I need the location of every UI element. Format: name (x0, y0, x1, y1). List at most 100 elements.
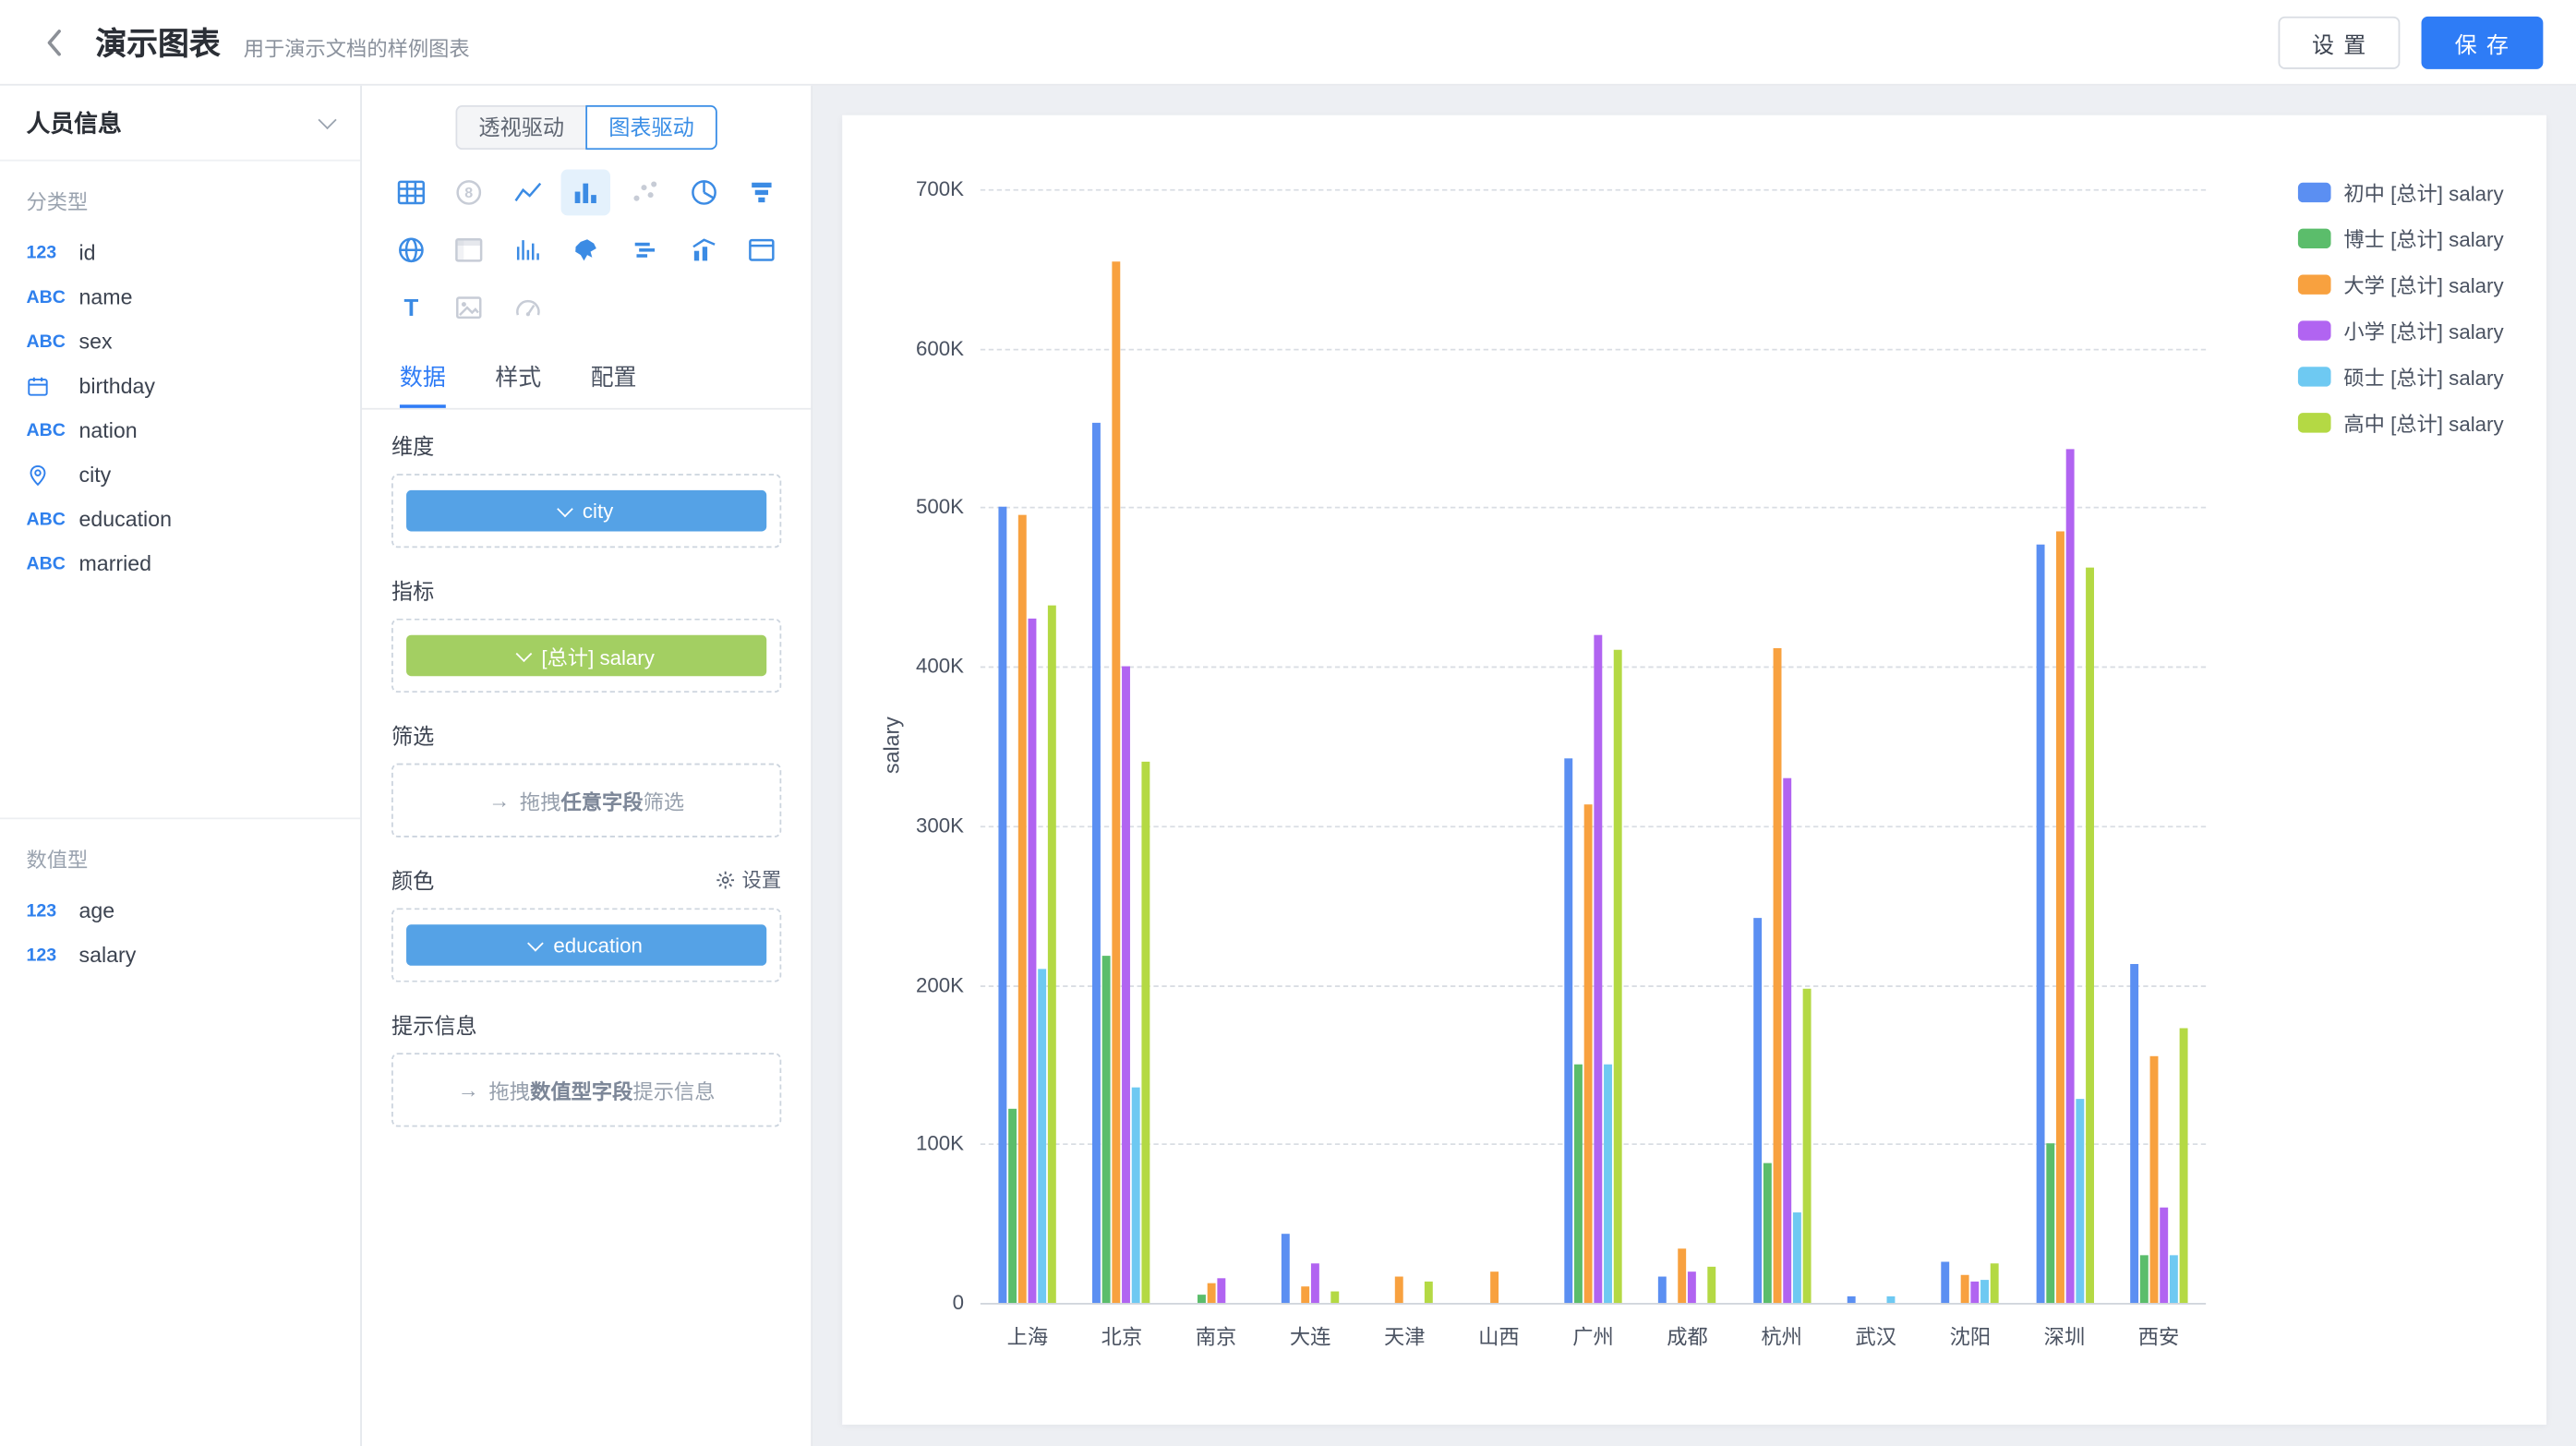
bar-山西-大学 [总计] salary[interactable] (1490, 1271, 1499, 1303)
measure-pill[interactable]: [总计] salary (406, 635, 766, 677)
legend-item[interactable]: 大学 [总计] salary (2297, 268, 2503, 299)
dataset-selector[interactable]: 人员信息 (0, 86, 360, 162)
color-pill[interactable]: education (406, 924, 766, 966)
bar-广州-硕士 [总计] salary[interactable] (1604, 1065, 1612, 1303)
bar-南京-小学 [总计] salary[interactable] (1217, 1278, 1225, 1303)
bar-上海-小学 [总计] salary[interactable] (1029, 619, 1037, 1303)
bar-沈阳-初中 [总计] salary[interactable] (1942, 1261, 1950, 1303)
legend-item[interactable]: 博士 [总计] salary (2297, 223, 2503, 254)
color-dropzone[interactable]: education (391, 908, 781, 982)
dimension-dropzone[interactable]: city (391, 474, 781, 548)
field-item-nation[interactable]: ABCnation (0, 408, 360, 452)
bar-杭州-博士 [总计] salary[interactable] (1763, 1163, 1771, 1303)
bar-天津-大学 [总计] salary[interactable] (1395, 1277, 1403, 1304)
bar-成都-初中 [总计] salary[interactable] (1658, 1277, 1667, 1304)
chart-type-combo-icon[interactable] (679, 227, 728, 273)
field-item-birthday[interactable]: birthday (0, 364, 360, 408)
chart-type-image-icon[interactable] (445, 284, 494, 331)
bar-沈阳-硕士 [总计] salary[interactable] (1980, 1280, 1989, 1303)
config-tab-数据[interactable]: 数据 (400, 350, 446, 407)
chart-type-funnel-icon[interactable] (738, 170, 787, 216)
bar-杭州-高中 [总计] salary[interactable] (1802, 989, 1811, 1303)
bar-南京-博士 [总计] salary[interactable] (1198, 1295, 1206, 1303)
bar-深圳-小学 [总计] salary[interactable] (2065, 449, 2074, 1303)
bar-西安-小学 [总计] salary[interactable] (2160, 1208, 2168, 1303)
legend-item[interactable]: 高中 [总计] salary (2297, 406, 2503, 438)
bar-大连-高中 [总计] salary[interactable] (1330, 1292, 1339, 1303)
bar-广州-小学 [总计] salary[interactable] (1594, 635, 1602, 1303)
bar-西安-博士 [总计] salary[interactable] (2140, 1255, 2149, 1303)
chart-type-line-icon[interactable] (503, 170, 552, 216)
bar-上海-大学 [总计] salary[interactable] (1018, 515, 1027, 1303)
field-item-age[interactable]: 123age (0, 888, 360, 933)
bar-北京-高中 [总计] salary[interactable] (1142, 762, 1150, 1303)
config-tab-样式[interactable]: 样式 (495, 350, 541, 407)
chart-type-table-icon[interactable] (386, 170, 435, 216)
mode-tab-chart[interactable]: 图表驱动 (585, 105, 717, 150)
legend-item[interactable]: 小学 [总计] salary (2297, 314, 2503, 345)
bar-成都-大学 [总计] salary[interactable] (1679, 1248, 1687, 1303)
field-item-married[interactable]: ABCmarried (0, 541, 360, 585)
field-item-salary[interactable]: 123salary (0, 933, 360, 977)
bar-北京-硕士 [总计] salary[interactable] (1133, 1088, 1141, 1303)
bar-沈阳-小学 [总计] salary[interactable] (1971, 1282, 1980, 1303)
legend-item[interactable]: 初中 [总计] salary (2297, 176, 2503, 208)
bar-西安-大学 [总计] salary[interactable] (2149, 1056, 2158, 1303)
bar-天津-高中 [总计] salary[interactable] (1426, 1282, 1434, 1303)
bar-杭州-硕士 [总计] salary[interactable] (1792, 1212, 1800, 1303)
bar-深圳-初中 [总计] salary[interactable] (2036, 545, 2044, 1303)
bar-上海-高中 [总计] salary[interactable] (1048, 606, 1056, 1303)
filter-dropzone[interactable]: → 拖拽任意字段筛选 (391, 764, 781, 837)
bar-成都-小学 [总计] salary[interactable] (1688, 1271, 1696, 1303)
bar-杭州-大学 [总计] salary[interactable] (1773, 648, 1781, 1303)
bar-深圳-博士 [总计] salary[interactable] (2045, 1143, 2053, 1303)
bar-广州-大学 [总计] salary[interactable] (1584, 804, 1593, 1303)
settings-button[interactable]: 设 置 (2279, 16, 2400, 68)
chart-type-wordcloud-icon[interactable] (620, 227, 669, 273)
dimension-pill[interactable]: city (406, 490, 766, 532)
bar-上海-博士 [总计] salary[interactable] (1008, 1109, 1017, 1303)
field-item-sex[interactable]: ABCsex (0, 319, 360, 364)
save-button[interactable]: 保 存 (2422, 16, 2543, 68)
chart-type-bar-icon[interactable] (561, 170, 610, 216)
bar-广州-初中 [总计] salary[interactable] (1564, 758, 1572, 1303)
bar-北京-初中 [总计] salary[interactable] (1093, 423, 1101, 1303)
bar-北京-大学 [总计] salary[interactable] (1113, 261, 1121, 1303)
back-button[interactable] (33, 20, 76, 63)
bar-上海-初中 [总计] salary[interactable] (999, 507, 1007, 1303)
bar-大连-初中 [总计] salary[interactable] (1282, 1234, 1290, 1303)
bar-上海-硕士 [总计] salary[interactable] (1038, 969, 1046, 1303)
bar-沈阳-高中 [总计] salary[interactable] (1991, 1263, 1999, 1303)
chart-type-text-icon[interactable]: T (386, 284, 435, 331)
chart-type-scatter-icon[interactable] (620, 170, 669, 216)
bar-广州-博士 [总计] salary[interactable] (1574, 1065, 1583, 1303)
bar-深圳-高中 [总计] salary[interactable] (2085, 568, 2093, 1303)
field-item-city[interactable]: city (0, 452, 360, 497)
bar-西安-初中 [总计] salary[interactable] (2130, 964, 2138, 1303)
bar-北京-小学 [总计] salary[interactable] (1123, 667, 1131, 1303)
measure-dropzone[interactable]: [总计] salary (391, 619, 781, 693)
chart-type-metric-icon[interactable]: 8 (445, 170, 494, 216)
chart-type-frame-icon[interactable] (738, 227, 787, 273)
chart-type-pie-icon[interactable] (679, 170, 728, 216)
bar-西安-硕士 [总计] salary[interactable] (2170, 1255, 2178, 1303)
color-settings-button[interactable]: 设置 (716, 865, 781, 893)
config-tab-配置[interactable]: 配置 (591, 350, 637, 407)
legend-item[interactable]: 硕士 [总计] salary (2297, 360, 2503, 392)
bar-沈阳-大学 [总计] salary[interactable] (1961, 1275, 1969, 1303)
bar-成都-高中 [总计] salary[interactable] (1708, 1267, 1716, 1303)
bar-深圳-硕士 [总计] salary[interactable] (2076, 1099, 2084, 1303)
bar-武汉-硕士 [总计] salary[interactable] (1886, 1296, 1895, 1303)
field-item-id[interactable]: 123id (0, 230, 360, 274)
tooltip-dropzone[interactable]: → 拖拽数值型字段提示信息 (391, 1053, 781, 1127)
chart-type-map-icon[interactable] (561, 227, 610, 273)
bar-杭州-初中 [总计] salary[interactable] (1752, 918, 1761, 1303)
chart-type-pivot-table-icon[interactable] (445, 227, 494, 273)
bar-北京-博士 [总计] salary[interactable] (1102, 956, 1111, 1303)
field-item-name[interactable]: ABCname (0, 275, 360, 319)
bar-武汉-初中 [总计] salary[interactable] (1848, 1296, 1856, 1303)
chart-type-histogram-icon[interactable] (503, 227, 552, 273)
bar-杭州-小学 [总计] salary[interactable] (1783, 778, 1791, 1303)
bar-广州-高中 [总计] salary[interactable] (1614, 650, 1622, 1303)
bar-大连-大学 [总计] salary[interactable] (1301, 1286, 1309, 1303)
